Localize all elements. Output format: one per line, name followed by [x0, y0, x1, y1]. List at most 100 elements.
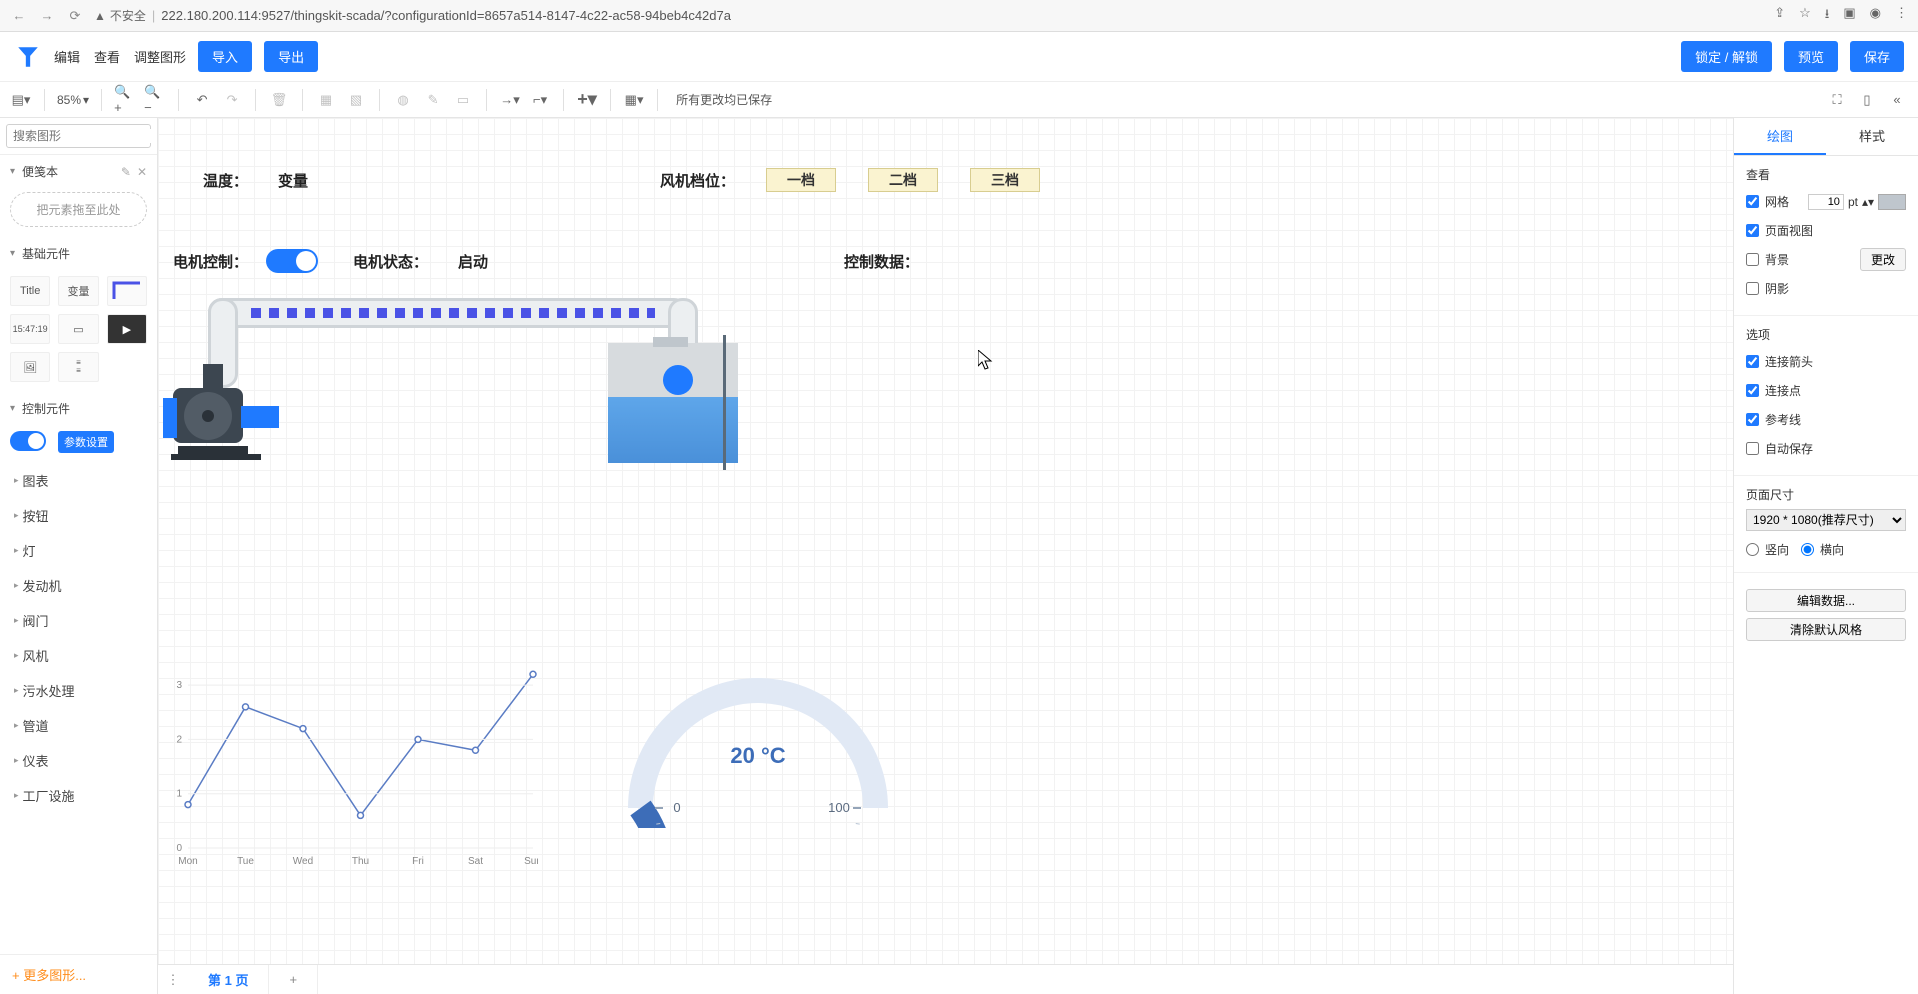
address-bar[interactable]: ▲ 不安全 | 222.180.200.114:9527/thingskit-s… [94, 7, 1764, 24]
shape-video[interactable]: ▶ [107, 314, 147, 344]
orient-horizontal-radio[interactable]: 横向 [1801, 541, 1844, 558]
tank-icon[interactable] [608, 343, 738, 463]
section-sticky[interactable]: ▾ 便笺本 ✎ ✕ [0, 155, 157, 188]
cat-chart[interactable]: 图表 [0, 463, 157, 498]
account-icon[interactable]: ◉ [1870, 5, 1881, 27]
delete-icon[interactable]: 🗑 [268, 89, 290, 111]
page-menu-icon[interactable]: ⋮ [158, 972, 188, 988]
cat-button[interactable]: 按钮 [0, 498, 157, 533]
export-button[interactable]: 导出 [264, 41, 318, 72]
tab-style[interactable]: 样式 [1826, 118, 1918, 155]
forward-icon[interactable]: → [38, 7, 56, 25]
format-panel-icon[interactable]: ▯ [1856, 89, 1878, 111]
gear-1-button[interactable]: 一档 [766, 168, 836, 192]
tofront-icon[interactable]: ▦ [315, 89, 337, 111]
shape-title[interactable]: Title [10, 276, 50, 306]
shape-param-button[interactable]: 参数设置 [58, 431, 114, 453]
shape-line[interactable] [107, 276, 147, 306]
grid-step-icon[interactable]: ▴▾ [1862, 195, 1874, 209]
menu-edit[interactable]: 编辑 [54, 47, 80, 66]
cat-pipe[interactable]: 管道 [0, 708, 157, 743]
add-icon[interactable]: +▾ [576, 89, 598, 111]
shape-list[interactable]: ≡≡ [58, 352, 98, 382]
shadow-checkbox[interactable]: 阴影 [1746, 280, 1789, 297]
add-page-button[interactable]: + [269, 965, 318, 994]
save-button[interactable]: 保存 [1850, 41, 1904, 72]
pagesize-select[interactable]: 1920 * 1080(推荐尺寸) [1746, 509, 1906, 531]
edit-icon[interactable]: ✎ [121, 165, 131, 179]
grid-checkbox[interactable]: 网格 [1746, 193, 1789, 210]
preview-button[interactable]: 预览 [1784, 41, 1838, 72]
star-icon[interactable]: ☆ [1799, 5, 1811, 27]
conn-style-icon[interactable]: →▾ [499, 89, 521, 111]
gear-3-button[interactable]: 三档 [970, 168, 1040, 192]
pipe-horizontal[interactable] [208, 298, 688, 328]
close-icon[interactable]: ✕ [137, 165, 147, 179]
stroke-icon[interactable]: ✎ [422, 89, 444, 111]
menu-arrange[interactable]: 调整图形 [134, 47, 186, 66]
clear-default-button[interactable]: 清除默认风格 [1746, 618, 1906, 641]
shape-switch[interactable] [10, 431, 46, 451]
grid-color-swatch[interactable] [1878, 194, 1906, 210]
pageview-checkbox[interactable]: 页面视图 [1746, 222, 1813, 239]
import-button[interactable]: 导入 [198, 41, 252, 72]
svg-text:0: 0 [176, 843, 182, 854]
line-chart[interactable]: 0123MonTueWedThuFriSatSun [168, 653, 538, 868]
lock-button[interactable]: 锁定 / 解锁 [1681, 41, 1772, 72]
more-shapes-button[interactable]: + 更多图形... [0, 954, 157, 994]
search-field[interactable] [13, 129, 158, 143]
table-icon[interactable]: ▦▾ [623, 89, 645, 111]
sticky-dropzone[interactable]: 把元素拖至此处 [10, 192, 147, 227]
shadow-icon[interactable]: ▭ [452, 89, 474, 111]
section-basic[interactable]: ▾ 基础元件 [0, 237, 157, 270]
page-icon[interactable]: ▤▾ [10, 89, 32, 111]
conn-point-checkbox[interactable]: 连接点 [1746, 382, 1801, 399]
section-control[interactable]: ▾ 控制元件 [0, 392, 157, 425]
guides-checkbox[interactable]: 参考线 [1746, 411, 1801, 428]
shape-clock[interactable]: 15:47:19 [10, 314, 50, 344]
fill-icon[interactable]: ◍ [392, 89, 414, 111]
shape-pic[interactable]: 🖼 [10, 352, 50, 382]
undo-icon[interactable]: ↶ [191, 89, 213, 111]
waypoint-icon[interactable]: ⌐▾ [529, 89, 551, 111]
conn-arrow-checkbox[interactable]: 连接箭头 [1746, 353, 1813, 370]
back-icon[interactable]: ← [10, 7, 28, 25]
redo-icon[interactable]: ↷ [221, 89, 243, 111]
gear-2-button[interactable]: 二档 [868, 168, 938, 192]
search-input[interactable]: 🔍 [6, 124, 151, 148]
shape-variable[interactable]: 变量 [58, 276, 98, 306]
menu-view[interactable]: 查看 [94, 47, 120, 66]
tab-draw[interactable]: 绘图 [1734, 118, 1826, 155]
share-icon[interactable]: ⇪ [1774, 5, 1785, 27]
autosave-checkbox[interactable]: 自动保存 [1746, 440, 1813, 457]
panel-icon[interactable]: ▣ [1843, 5, 1855, 27]
canvas[interactable]: 温度： 变量 风机档位： 一档 二档 三档 电机控制： 电机状态： 启动 控制数… [158, 118, 1733, 994]
page-tab-1[interactable]: 第 1 页 [188, 965, 269, 994]
toback-icon[interactable]: ▧ [345, 89, 367, 111]
fullscreen-icon[interactable]: ⛶ [1826, 89, 1848, 111]
gauge-chart[interactable]: 010203040506070809010020 °C [608, 638, 908, 848]
zoom-select[interactable]: 85% ▾ [57, 93, 89, 107]
orient-vertical-radio[interactable]: 竖向 [1746, 541, 1789, 558]
cat-sewage[interactable]: 污水处理 [0, 673, 157, 708]
cat-meter[interactable]: 仪表 [0, 743, 157, 778]
shape-image[interactable]: ▭ [58, 314, 98, 344]
edit-data-button[interactable]: 编辑数据... [1746, 589, 1906, 612]
cat-engine[interactable]: 发动机 [0, 568, 157, 603]
change-bg-button[interactable]: 更改 [1860, 248, 1906, 271]
overflow-icon[interactable]: ⋮ [1895, 5, 1908, 27]
reload-icon[interactable]: ⟳ [66, 7, 84, 25]
background-checkbox[interactable]: 背景 [1746, 251, 1789, 268]
shapes-panel: 🔍 ▾ 便笺本 ✎ ✕ 把元素拖至此处 ▾ 基础元件 Title 变量 15:4… [0, 118, 158, 994]
grid-size-input[interactable]: pt ▴▾ [1808, 194, 1906, 210]
cat-fan[interactable]: 风机 [0, 638, 157, 673]
zoom-in-icon[interactable]: 🔍+ [114, 89, 136, 111]
collapse-icon[interactable]: « [1886, 89, 1908, 111]
motor-toggle[interactable] [266, 249, 318, 273]
pump-icon[interactable] [163, 358, 293, 478]
cat-factory[interactable]: 工厂设施 [0, 778, 157, 813]
zoom-out-icon[interactable]: 🔍− [144, 89, 166, 111]
download-icon[interactable]: ⭳ [1825, 5, 1830, 27]
cat-light[interactable]: 灯 [0, 533, 157, 568]
cat-valve[interactable]: 阀门 [0, 603, 157, 638]
